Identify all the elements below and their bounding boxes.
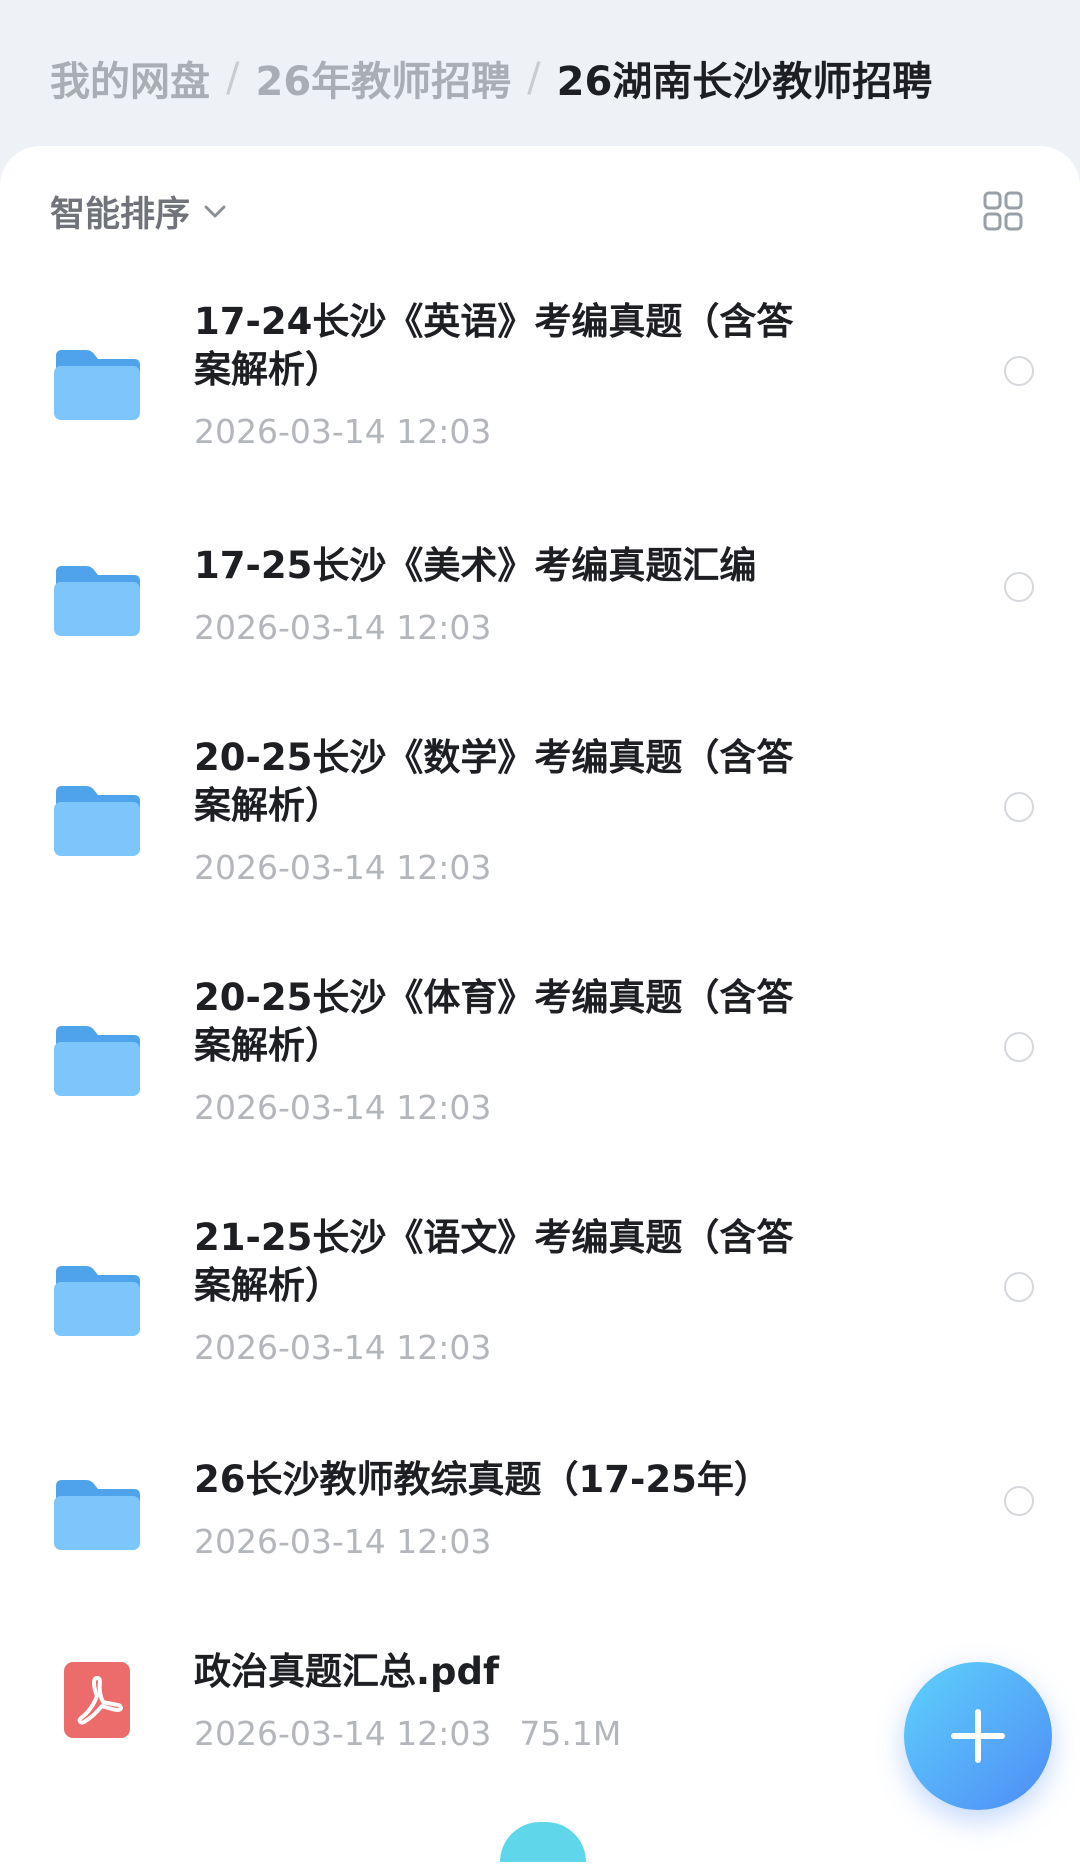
file-date: 2026-03-14 12:03: [194, 608, 492, 647]
file-date: 2026-03-14 12:03: [194, 412, 492, 451]
file-meta: 2026-03-14 12:03: [194, 412, 491, 452]
breadcrumb-item-teacher-recruitment[interactable]: 26年教师招聘: [255, 49, 511, 107]
folder-icon: [54, 1266, 140, 1336]
file-name: 26长沙教师教综真题（17-25年）: [194, 1458, 771, 1501]
select-radio[interactable]: [1004, 1272, 1034, 1302]
file-name: 21-25长沙《语文》考编真题（含答案解析）: [194, 1216, 794, 1307]
file-meta: 2026-03-14 12:03: [194, 1328, 491, 1368]
sort-label: 智能排序: [50, 194, 191, 235]
list-item[interactable]: 17-24长沙《英语》考编真题（含答案解析） 2026-03-14 12:03: [0, 298, 1080, 466]
list-item[interactable]: 20-25长沙《体育》考编真题（含答案解析） 2026-03-14 12:03: [0, 974, 1080, 1142]
file-name: 17-25长沙《美术》考编真题汇编: [194, 544, 757, 587]
file-meta: 2026-03-14 12:03: [194, 608, 491, 648]
grid-view-icon[interactable]: [982, 190, 1024, 232]
breadcrumb-item-current-folder: 26湖南长沙教师招聘: [556, 59, 933, 105]
sort-dropdown[interactable]: 智能排序: [50, 186, 228, 236]
folder-icon: [54, 1480, 140, 1550]
file-date: 2026-03-14 12:03: [194, 1328, 492, 1367]
list-item[interactable]: 26长沙教师教综真题（17-25年） 2026-03-14 12:03: [0, 1456, 1080, 1576]
select-radio[interactable]: [1004, 792, 1034, 822]
file-name: 政治真题汇总.pdf: [194, 1650, 500, 1693]
file-name: 17-24长沙《英语》考编真题（含答案解析）: [194, 300, 794, 391]
select-radio[interactable]: [1004, 572, 1034, 602]
list-item[interactable]: 17-25长沙《美术》考编真题汇编 2026-03-14 12:03: [0, 542, 1080, 662]
select-radio[interactable]: [1004, 1032, 1034, 1062]
folder-icon: [54, 786, 140, 856]
file-date: 2026-03-14 12:03: [194, 1088, 492, 1127]
breadcrumb-item-my-drive[interactable]: 我的网盘: [50, 49, 210, 107]
file-date: 2026-03-14 12:03: [194, 1714, 492, 1753]
file-name: 20-25长沙《数学》考编真题（含答案解析）: [194, 736, 794, 827]
file-list-panel: 智能排序 17-24长沙《英语》考编真题（含答案解析） 2026-03-14 1…: [0, 146, 1080, 1866]
file-size: 75.1M: [519, 1714, 622, 1753]
file-meta: 2026-03-14 12:03: [194, 1088, 491, 1128]
file-name: 20-25长沙《体育》考编真题（含答案解析）: [194, 976, 794, 1067]
chevron-down-icon: [204, 205, 226, 218]
select-radio[interactable]: [1004, 1486, 1034, 1516]
file-meta: 2026-03-14 12:03 75.1M: [194, 1714, 621, 1754]
folder-icon: [54, 566, 140, 636]
breadcrumb-separator: /: [527, 55, 541, 101]
add-button[interactable]: [904, 1662, 1052, 1810]
pdf-file-icon: [64, 1662, 130, 1738]
list-item[interactable]: 21-25长沙《语文》考编真题（含答案解析） 2026-03-14 12:03: [0, 1214, 1080, 1382]
file-meta: 2026-03-14 12:03: [194, 848, 491, 888]
breadcrumb-separator: /: [226, 55, 240, 101]
folder-icon: [54, 350, 140, 420]
list-item[interactable]: 20-25长沙《数学》考编真题（含答案解析） 2026-03-14 12:03: [0, 734, 1080, 902]
file-meta: 2026-03-14 12:03: [194, 1522, 491, 1562]
file-date: 2026-03-14 12:03: [194, 1522, 492, 1561]
plus-icon: [951, 1709, 1005, 1763]
folder-icon: [54, 1026, 140, 1096]
breadcrumb: 我的网盘 / 26年教师招聘 / 26湖南长沙教师招聘: [50, 48, 932, 108]
select-radio[interactable]: [1004, 356, 1034, 386]
file-date: 2026-03-14 12:03: [194, 848, 492, 887]
